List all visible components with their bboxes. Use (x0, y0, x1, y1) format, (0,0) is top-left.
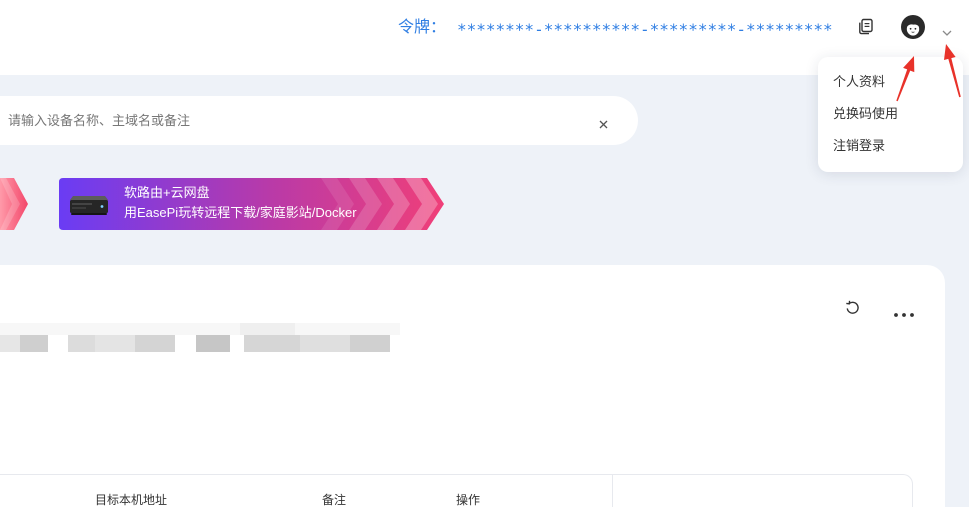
menu-item-logout[interactable]: 注销登录 (818, 130, 963, 162)
redacted-text-block (0, 323, 400, 335)
user-avatar[interactable] (901, 15, 925, 39)
copy-icon[interactable] (858, 18, 874, 35)
chevron-down-icon[interactable] (941, 24, 953, 36)
redacted-text-block (300, 335, 350, 352)
menu-item-profile[interactable]: 个人资料 (818, 66, 963, 98)
token-value: ********-**********-*********-********* (457, 20, 833, 39)
token-label: 令牌： (398, 19, 447, 36)
user-dropdown-menu: 个人资料 兑换码使用 注销登录 (818, 57, 963, 172)
redacted-text-block (240, 323, 295, 335)
router-device-image (68, 189, 110, 219)
column-header-actions: 操作 (456, 493, 481, 507)
banner-title: 软路由+云网盘 (124, 185, 210, 200)
close-icon[interactable] (599, 116, 608, 129)
refresh-icon[interactable] (845, 300, 860, 315)
column-header-remark: 备注 (322, 493, 347, 507)
redacted-text-block (68, 335, 95, 352)
promo-banner-partial[interactable] (0, 178, 28, 230)
redacted-text-block (350, 335, 390, 352)
table-divider (612, 475, 613, 507)
redacted-text-block (196, 335, 230, 352)
banner-subtitle: 用EasePi玩转远程下载/家庭影站/Docker (124, 205, 357, 220)
device-card: 目标本机地址 备注 操作 (0, 265, 945, 507)
search-input[interactable] (0, 96, 638, 145)
more-icon[interactable] (893, 305, 915, 317)
menu-item-redeem-code[interactable]: 兑换码使用 (818, 98, 963, 130)
redacted-text-block (95, 335, 135, 352)
redacted-text-block (20, 335, 48, 352)
redacted-text-block (244, 335, 300, 352)
device-table: 目标本机地址 备注 操作 (0, 474, 913, 507)
redacted-text-block (0, 335, 20, 352)
redacted-text-block (135, 335, 175, 352)
promo-banner-easepi[interactable]: 软路由+云网盘 用EasePi玩转远程下载/家庭影站/Docker (59, 178, 444, 230)
banner-background (59, 178, 444, 230)
column-header-target-address: 目标本机地址 (95, 493, 168, 507)
